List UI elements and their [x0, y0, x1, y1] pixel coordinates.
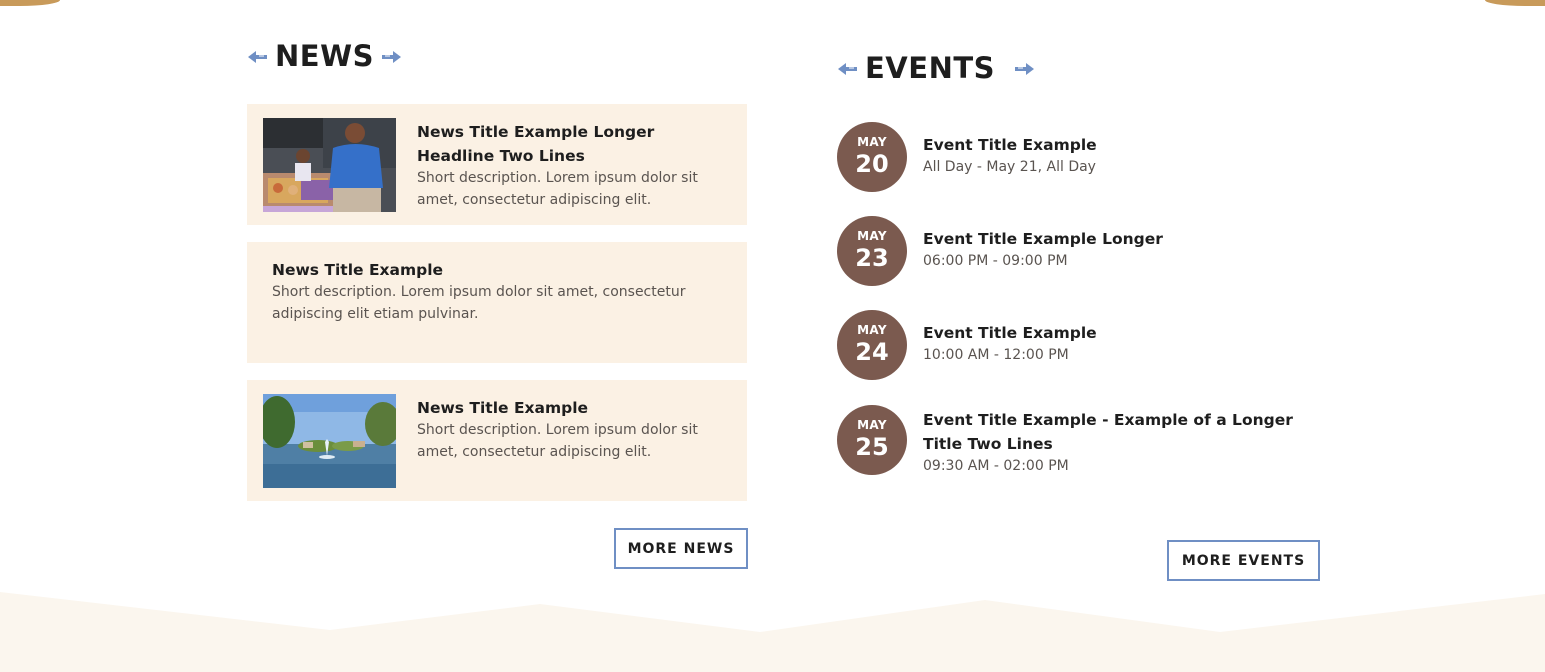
- event-title[interactable]: Event Title Example Longer: [923, 227, 1323, 251]
- news-card-description: Short description. Lorem ipsum dolor sit…: [272, 284, 686, 322]
- news-card-title[interactable]: News Title Example: [417, 396, 727, 420]
- event-time: 06:00 PM - 09:00 PM: [923, 253, 1068, 269]
- event-time: All Day - May 21, All Day: [923, 159, 1096, 175]
- arrow-ornament-right-icon: [1013, 62, 1035, 76]
- event-item[interactable]: MAY 25 Event Title Example - Example of …: [837, 405, 1317, 477]
- arrow-ornament-left-icon: [837, 62, 859, 76]
- event-month: MAY: [857, 323, 887, 337]
- more-events-button[interactable]: MORE EVENTS: [1167, 540, 1320, 581]
- event-day: 23: [855, 244, 889, 272]
- news-title: NEWS: [275, 39, 374, 73]
- event-date-badge: MAY 20: [837, 122, 907, 192]
- event-title[interactable]: Event Title Example: [923, 133, 1323, 157]
- event-title[interactable]: Event Title Example - Example of a Longe…: [923, 408, 1323, 456]
- event-month: MAY: [857, 418, 887, 432]
- news-card-title[interactable]: News Title Example: [272, 258, 712, 282]
- corner-trim-right: [1485, 0, 1545, 6]
- more-news-button[interactable]: MORE NEWS: [614, 528, 748, 569]
- news-card-description: Short description. Lorem ipsum dolor sit…: [417, 170, 698, 208]
- news-heading: NEWS: [247, 42, 402, 71]
- decorative-bottom-band: [0, 584, 1545, 672]
- arrow-ornament-left-icon: [247, 50, 269, 64]
- news-card-description: Short description. Lorem ipsum dolor sit…: [417, 422, 698, 460]
- event-day: 25: [855, 433, 889, 461]
- event-day: 24: [855, 338, 889, 366]
- news-thumbnail-photo[interactable]: [263, 394, 396, 488]
- news-card[interactable]: News Title Example Short description. Lo…: [247, 380, 747, 501]
- event-item[interactable]: MAY 20 Event Title Example All Day - May…: [837, 122, 1317, 194]
- events-title: EVENTS: [865, 51, 996, 85]
- event-date-badge: MAY 24: [837, 310, 907, 380]
- event-date-badge: MAY 23: [837, 216, 907, 286]
- news-card[interactable]: News Title Example Short description. Lo…: [247, 242, 747, 363]
- event-day: 20: [855, 150, 889, 178]
- event-item[interactable]: MAY 23 Event Title Example Longer 06:00 …: [837, 216, 1317, 288]
- event-time: 10:00 AM - 12:00 PM: [923, 347, 1069, 363]
- corner-trim-left: [0, 0, 60, 6]
- event-month: MAY: [857, 135, 887, 149]
- events-heading: EVENTS: [837, 54, 1035, 83]
- event-month: MAY: [857, 229, 887, 243]
- news-thumbnail-photo[interactable]: [263, 118, 396, 212]
- event-item[interactable]: MAY 24 Event Title Example 10:00 AM - 12…: [837, 310, 1317, 382]
- event-title[interactable]: Event Title Example: [923, 321, 1323, 345]
- news-card[interactable]: News Title Example Longer Headline Two L…: [247, 104, 747, 225]
- event-time: 09:30 AM - 02:00 PM: [923, 458, 1069, 474]
- arrow-ornament-right-icon: [380, 50, 402, 64]
- news-card-title[interactable]: News Title Example Longer Headline Two L…: [417, 120, 727, 168]
- event-date-badge: MAY 25: [837, 405, 907, 475]
